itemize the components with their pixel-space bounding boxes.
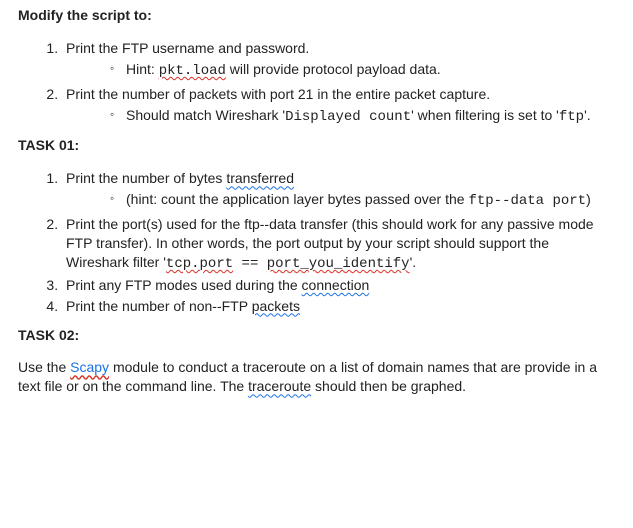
task02-heading: TASK 02: [18, 326, 615, 345]
hint-code: pkt.load [159, 63, 226, 79]
t1i4a: Print the number of non-‐FTP [66, 298, 252, 314]
note-code: Displayed count [285, 109, 411, 125]
task02-paragraph: Use the Scapy module to conduct a tracer… [18, 358, 615, 396]
t1i2mid: == [233, 256, 267, 272]
hint-rest: will provide protocol payload data. [226, 61, 441, 77]
t2a: Use the [18, 359, 70, 375]
modify-item-1-hint: Hint: pkt.load will provide protocol pay… [110, 60, 615, 81]
t1i2code1: tcp.port [166, 256, 233, 272]
modify-item-2: Print the number of packets with port 21… [62, 85, 615, 127]
modify-item-1: Print the FTP username and password. Hin… [62, 39, 615, 81]
t1i1a: Print the number of bytes [66, 170, 226, 186]
t1i2code2: port_you_identify [267, 256, 410, 272]
modify-item-2-sub: Should match Wireshark 'Displayed count'… [66, 106, 615, 127]
note-code2: ftp [559, 109, 584, 125]
task01-item-1-sub: (hint: count the application layer bytes… [66, 190, 615, 211]
t1s1b: ) [586, 191, 591, 207]
task01-item-1-hint: (hint: count the application layer bytes… [110, 190, 615, 211]
t1i2end: '. [410, 254, 417, 270]
modify-item-2-text: Print the number of packets with port 21… [66, 86, 490, 102]
task01-list: Print the number of bytes transferred (h… [18, 169, 615, 315]
task01-item-3: Print any FTP modes used during the conn… [62, 276, 615, 295]
task01-item-1: Print the number of bytes transferred (h… [62, 169, 615, 211]
t2-traceroute: traceroute [248, 378, 311, 394]
task01-item-4: Print the number of non-‐FTP packets [62, 297, 615, 316]
task01-item-2: Print the port(s) used for the ftp-‐data… [62, 215, 615, 274]
modify-item-1-text: Print the FTP username and password. [66, 40, 309, 56]
t2c: should then be graphed. [311, 378, 466, 394]
modify-item-1-sub: Hint: pkt.load will provide protocol pay… [66, 60, 615, 81]
t1s1a: (hint: count the application layer bytes… [126, 191, 468, 207]
hint-lead: Hint: [126, 61, 159, 77]
note-mid: ' when filtering is set to ' [411, 107, 559, 123]
note-lead: Should match Wireshark ' [126, 107, 285, 123]
t1s1code: ftp-‐data port [468, 193, 586, 209]
task01-heading: TASK 01: [18, 136, 615, 155]
t1i3a: Print any FTP modes used during the [66, 277, 302, 293]
t1i1b: transferred [226, 170, 294, 186]
t1i4b: packets [252, 298, 300, 314]
t2-scapy: Scapy [70, 359, 109, 375]
note-end: '. [584, 107, 591, 123]
modify-list: Print the FTP username and password. Hin… [18, 39, 615, 127]
intro-heading: Modify the script to: [18, 6, 615, 25]
t1i3b: connection [302, 277, 370, 293]
modify-item-2-note: Should match Wireshark 'Displayed count'… [110, 106, 615, 127]
